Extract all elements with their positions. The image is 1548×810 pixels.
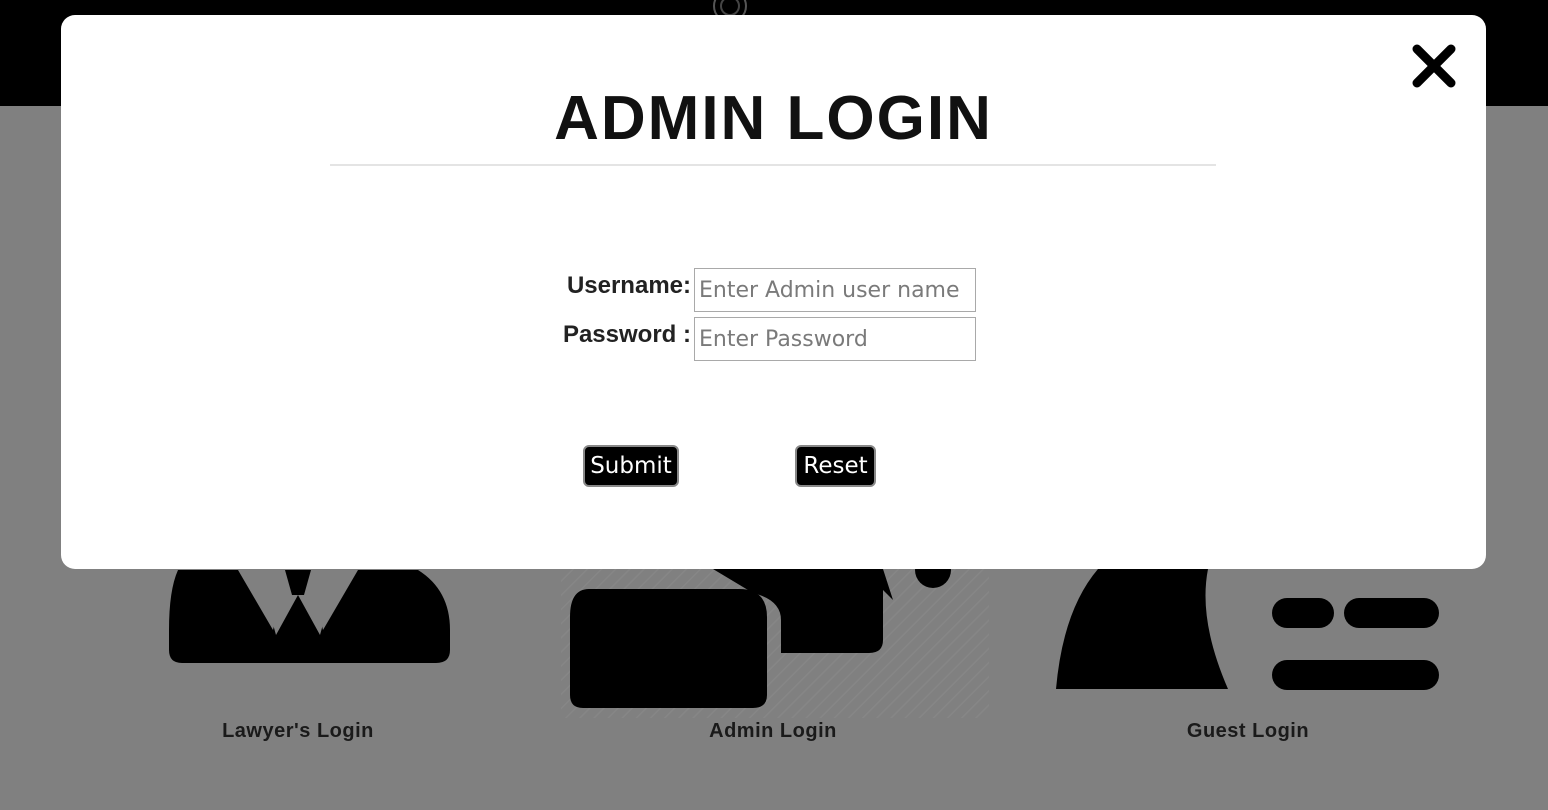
password-row: Password :	[61, 317, 1486, 361]
admin-login-label: Admin Login	[709, 720, 837, 742]
lawyer-icon	[169, 570, 450, 663]
username-input[interactable]	[694, 268, 976, 312]
submit-button[interactable]: Submit	[583, 445, 679, 487]
lawyer-login-label: Lawyer's Login	[222, 720, 374, 742]
password-input[interactable]	[694, 317, 976, 361]
password-label: Password :	[562, 321, 691, 348]
modal-title: ADMIN LOGIN	[554, 84, 993, 153]
guest-login-label: Guest Login	[1186, 720, 1310, 742]
username-row: Username:	[61, 268, 1486, 312]
title-divider	[330, 164, 1216, 166]
admin-icon	[561, 560, 989, 718]
reset-button[interactable]: Reset	[795, 445, 876, 487]
guest-login-card[interactable]: Guest Login	[1028, 560, 1468, 760]
username-label: Username:	[566, 272, 691, 299]
admin-login-modal: ADMIN LOGIN Username: Password : Submit …	[61, 15, 1486, 569]
admin-login-card[interactable]: Admin Login	[553, 560, 993, 760]
lawyer-login-card[interactable]: Lawyer's Login	[78, 560, 518, 760]
guest-icon	[1056, 569, 1439, 690]
